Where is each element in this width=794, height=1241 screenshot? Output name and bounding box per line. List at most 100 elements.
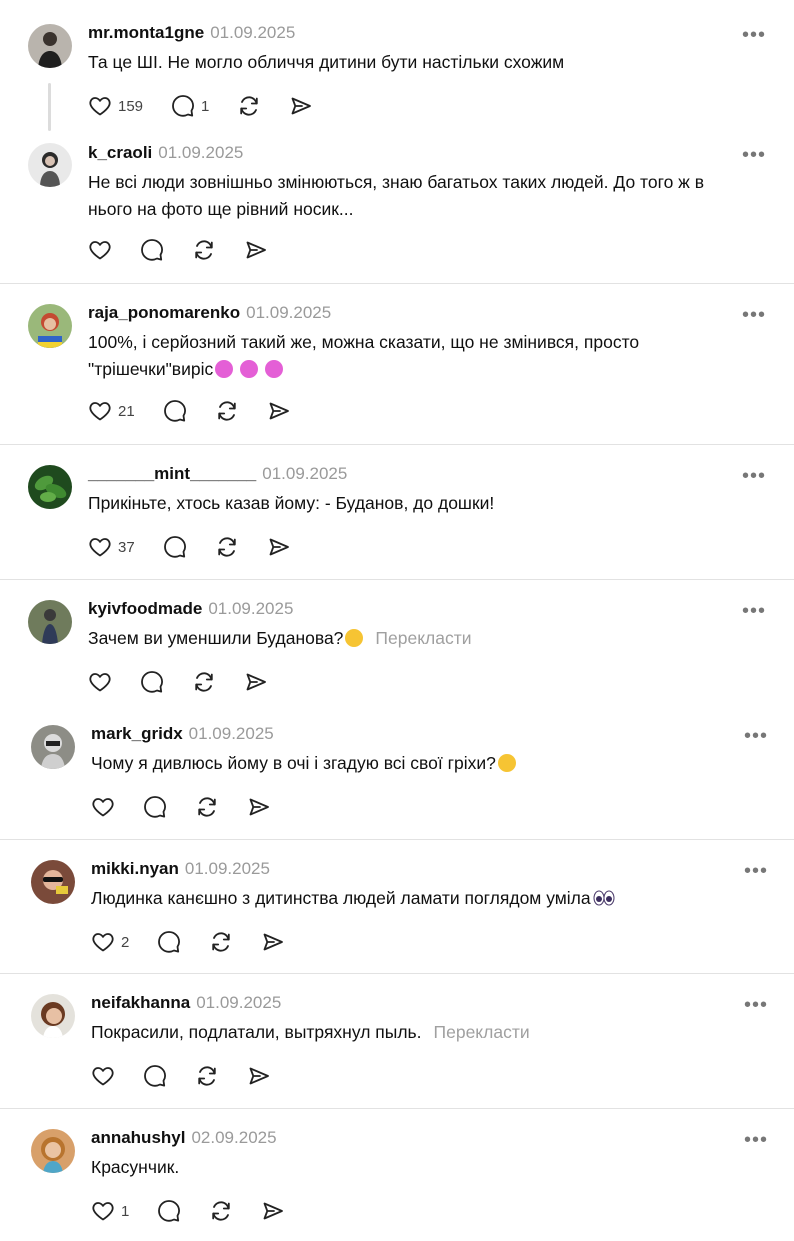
repost-icon [209,1199,233,1223]
more-icon[interactable]: ••• [742,601,766,621]
share-icon [261,1199,285,1223]
avatar[interactable] [31,725,75,769]
like-button[interactable] [88,670,112,694]
more-icon[interactable]: ••• [744,726,768,746]
post-date: 01.09.2025 [184,859,270,878]
avatar[interactable] [28,465,72,509]
like-count: 1 [121,1202,130,1220]
more-icon[interactable]: ••• [742,305,766,325]
username[interactable]: mr.monta1gne [88,23,204,42]
post-date: 01.09.2025 [210,23,296,42]
share-icon [244,670,268,694]
post-header: annahushyl 02.09.2025 [91,1128,277,1149]
share-button[interactable] [261,1199,285,1223]
post-header: mark_gridx 01.09.2025 [91,724,274,745]
reply-button[interactable] [163,535,187,559]
repost-button[interactable] [209,1199,233,1223]
username[interactable]: mikki.nyan [91,859,179,878]
reply-button[interactable] [157,1199,181,1223]
username[interactable]: _______mint_______ [88,464,256,483]
smiling-hearts-emoji [345,629,364,647]
username[interactable]: kyivfoodmade [88,599,202,618]
comment-icon [143,1064,167,1088]
repost-button[interactable] [209,930,233,954]
more-icon[interactable]: ••• [742,25,766,45]
avatar[interactable] [28,600,72,644]
like-button[interactable]: 37 [88,535,135,559]
translate-link[interactable]: Перекласти [375,628,471,648]
post-date: 01.09.2025 [246,303,332,322]
like-button[interactable]: 21 [88,399,135,423]
actions-bar [91,794,299,820]
repost-button[interactable] [195,795,219,819]
zany-face-emoji [215,360,234,378]
post-header: mikki.nyan 01.09.2025 [91,859,270,880]
comment-post: neifakhanna 01.09.2025 ••• Покрасили, под… [0,974,794,1108]
reply-button[interactable] [143,795,167,819]
avatar[interactable] [28,304,72,348]
share-button[interactable] [244,238,268,262]
post-text: 100%, і серйозний такий же, можна сказат… [88,329,778,383]
actions-bar: 21 [88,398,319,424]
reply-button[interactable] [157,930,181,954]
share-button[interactable] [289,94,313,118]
translate-link[interactable]: Перекласти [434,1022,530,1042]
comment-icon [157,930,181,954]
like-button[interactable] [91,795,115,819]
post-text-line: Людинка канєшно з дитинства людей ламати… [91,888,591,908]
share-button[interactable] [244,670,268,694]
avatar[interactable] [28,143,72,187]
post-text-line: Не всі люди зовнішньо змінюються, знаю б… [88,172,705,192]
actions-bar: 37 [88,534,319,560]
post-header: _______mint_______ 01.09.2025 [88,464,347,485]
actions-bar [88,237,296,263]
username[interactable]: k_craoli [88,143,152,162]
avatar[interactable] [31,860,75,904]
repost-button[interactable] [237,94,261,118]
reply-button[interactable] [140,670,164,694]
share-button[interactable] [267,399,291,423]
like-count: 37 [118,538,135,556]
repost-icon [209,930,233,954]
repost-button[interactable] [215,399,239,423]
username[interactable]: mark_gridx [91,724,183,743]
avatar[interactable] [31,1129,75,1173]
heart-icon [91,795,115,819]
repost-button[interactable] [192,238,216,262]
share-button[interactable] [247,795,271,819]
more-icon[interactable]: ••• [744,1130,768,1150]
like-button[interactable] [88,238,112,262]
share-icon [244,238,268,262]
like-button[interactable]: 159 [88,94,143,118]
share-button[interactable] [261,930,285,954]
reply-button[interactable] [140,238,164,262]
avatar[interactable] [28,24,72,68]
heart-icon [88,238,112,262]
more-icon[interactable]: ••• [744,995,768,1015]
like-button[interactable]: 1 [91,1199,129,1223]
more-icon[interactable]: ••• [742,466,766,486]
post-date: 01.09.2025 [196,993,282,1012]
repost-icon [195,1064,219,1088]
repost-button[interactable] [195,1064,219,1088]
like-button[interactable] [91,1064,115,1088]
more-icon[interactable]: ••• [744,861,768,881]
repost-button[interactable] [215,535,239,559]
like-button[interactable]: 2 [91,930,129,954]
zany-face-emoji [240,360,259,378]
share-button[interactable] [247,1064,271,1088]
avatar[interactable] [31,994,75,1038]
more-icon[interactable]: ••• [742,145,766,165]
username[interactable]: neifakhanna [91,993,190,1012]
reply-count: 1 [201,97,210,115]
comment-post: k_craoli 01.09.2025 ••• Не всі люди зовні… [0,140,794,283]
share-button[interactable] [267,535,291,559]
username[interactable]: annahushyl [91,1128,185,1147]
post-text: Та це ШІ. Не могло обличчя дитини бути н… [88,52,565,72]
username[interactable]: raja_ponomarenko [88,303,240,322]
reply-button[interactable]: 1 [171,94,209,118]
repost-button[interactable] [192,670,216,694]
reply-button[interactable] [143,1064,167,1088]
reply-button[interactable] [163,399,187,423]
comment-icon [163,535,187,559]
